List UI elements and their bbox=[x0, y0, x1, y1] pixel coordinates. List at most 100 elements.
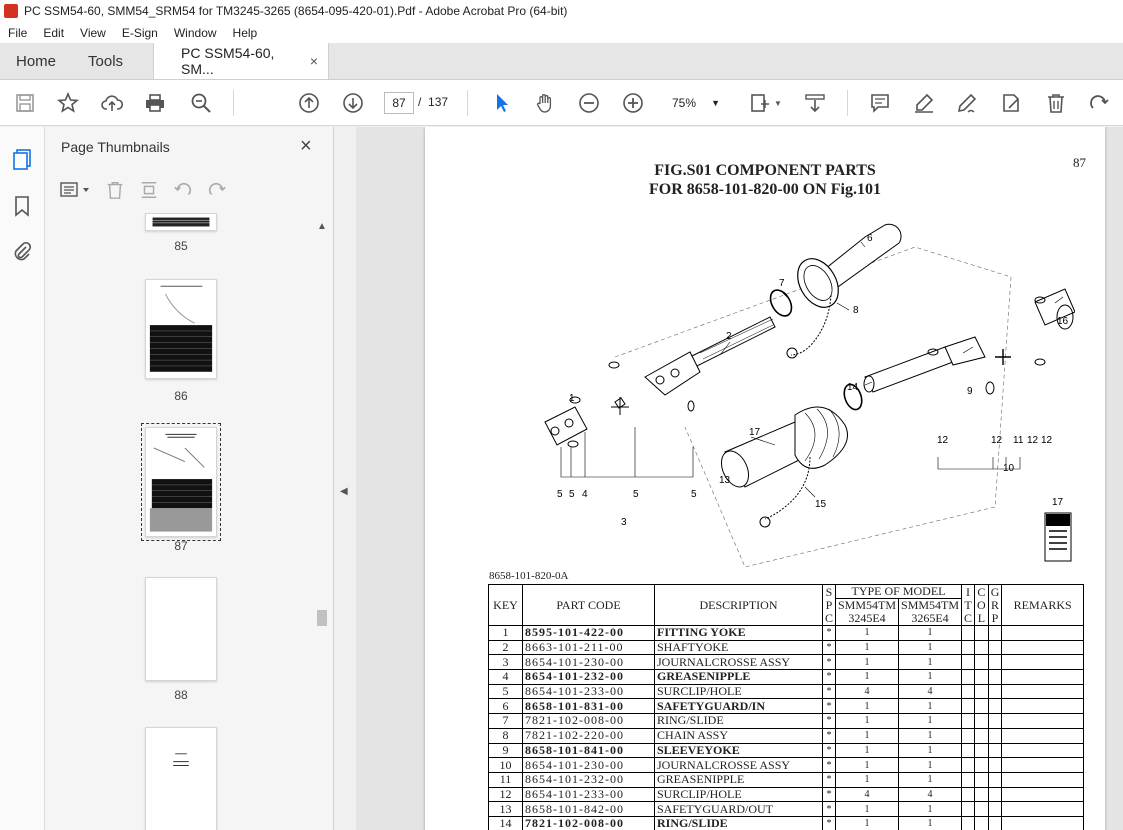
callout-9: 9 bbox=[967, 386, 973, 397]
zoom-search-icon[interactable] bbox=[189, 91, 213, 115]
page-thumbnails-icon[interactable] bbox=[10, 147, 34, 171]
tab-tools[interactable]: Tools bbox=[72, 43, 139, 79]
col-remarks: REMARKS bbox=[1001, 584, 1084, 626]
comment-icon[interactable] bbox=[868, 91, 892, 115]
thumbnail-page-88[interactable] bbox=[145, 577, 217, 681]
callout-17: 17 bbox=[749, 427, 761, 438]
row-description: SHAFTYOKE bbox=[654, 639, 823, 656]
row-col bbox=[974, 771, 989, 788]
zoom-level-select[interactable]: 75% ▼ bbox=[662, 92, 726, 114]
scroll-up-icon[interactable]: ▲ bbox=[317, 221, 327, 232]
upload-cloud-icon[interactable] bbox=[100, 91, 124, 115]
col-model-a: SMM54TM 3245E4 bbox=[834, 598, 900, 626]
bookmark-star-icon[interactable] bbox=[56, 91, 80, 115]
menu-edit[interactable]: Edit bbox=[35, 26, 72, 40]
thumbnail-page-86[interactable] bbox=[145, 279, 217, 379]
menu-window[interactable]: Window bbox=[166, 26, 225, 40]
pdf-page: 87 FIG.S01 COMPONENT PARTS FOR 8658-101-… bbox=[425, 127, 1105, 830]
panel-close-button[interactable]: × bbox=[300, 135, 312, 158]
save-icon[interactable] bbox=[13, 91, 37, 115]
row-col bbox=[974, 742, 989, 759]
row-remarks bbox=[1001, 801, 1084, 817]
document-view[interactable]: 87 FIG.S01 COMPONENT PARTS FOR 8658-101-… bbox=[356, 127, 1123, 830]
table-row: 7 7821-102-008-00 RING/SLIDE * 1 1 bbox=[488, 713, 1084, 729]
menu-view[interactable]: View bbox=[72, 26, 114, 40]
row-qty-model-b: 1 bbox=[898, 727, 963, 744]
row-grp bbox=[987, 639, 1003, 656]
insert-page-icon[interactable] bbox=[137, 179, 161, 201]
row-key: 5 bbox=[488, 683, 523, 700]
acrobat-logo-icon bbox=[4, 4, 18, 18]
page-up-icon[interactable] bbox=[297, 91, 321, 115]
callout-12c: 12 bbox=[1027, 435, 1039, 446]
rotate-right-icon[interactable] bbox=[205, 179, 229, 201]
row-qty-model-a: 4 bbox=[834, 786, 900, 803]
row-col bbox=[974, 786, 989, 803]
row-spc: * bbox=[822, 683, 836, 700]
col-model-b: SMM54TM 3265E4 bbox=[898, 598, 963, 626]
trash-icon[interactable] bbox=[1044, 91, 1068, 115]
hand-tool-icon[interactable] bbox=[533, 91, 557, 115]
row-itc bbox=[961, 786, 976, 803]
col-type-of-model: TYPE OF MODEL bbox=[834, 584, 963, 599]
tab-home[interactable]: Home bbox=[0, 43, 72, 79]
row-itc bbox=[961, 815, 976, 830]
thumbnail-page-85[interactable] bbox=[145, 213, 217, 231]
print-icon[interactable] bbox=[143, 91, 167, 115]
delete-page-icon[interactable] bbox=[103, 179, 127, 201]
row-itc bbox=[961, 771, 976, 788]
thumbnail-scrollbar[interactable]: ▲ bbox=[315, 221, 329, 830]
menu-file[interactable]: File bbox=[0, 26, 35, 40]
row-qty-model-b: 1 bbox=[898, 771, 963, 788]
col-grp: G R P bbox=[987, 584, 1003, 626]
page-down-icon[interactable] bbox=[341, 91, 365, 115]
row-remarks bbox=[1001, 713, 1084, 729]
row-col bbox=[974, 698, 989, 715]
row-key: 11 bbox=[488, 771, 523, 788]
zoom-out-icon[interactable] bbox=[577, 91, 601, 115]
row-spc: * bbox=[822, 771, 836, 788]
row-qty-model-b: 1 bbox=[898, 742, 963, 759]
row-itc bbox=[961, 669, 976, 685]
sign-pen-icon[interactable] bbox=[955, 91, 979, 115]
scrollbar-thumb[interactable] bbox=[317, 610, 327, 626]
callout-7: 7 bbox=[779, 278, 785, 289]
row-qty-model-a: 1 bbox=[834, 757, 900, 773]
row-qty-model-b: 1 bbox=[898, 801, 963, 817]
table-row: 12 8654-101-233-00 SURCLIP/HOLE * 4 4 bbox=[488, 786, 1084, 803]
menu-esign[interactable]: E-Sign bbox=[114, 26, 166, 40]
row-qty-model-a: 1 bbox=[834, 801, 900, 817]
attachments-icon[interactable] bbox=[10, 240, 34, 264]
tab-document[interactable]: PC SSM54-60, SM... × bbox=[153, 43, 330, 79]
row-grp bbox=[987, 698, 1003, 715]
callout-5d: 5 bbox=[691, 489, 697, 500]
table-row: 9 8658-101-841-00 SLEEVEYOKE * 1 1 bbox=[488, 742, 1084, 759]
row-remarks bbox=[1001, 625, 1084, 641]
menu-help[interactable]: Help bbox=[225, 26, 266, 40]
row-spc: * bbox=[822, 654, 836, 671]
thumbnail-page-87[interactable] bbox=[141, 423, 221, 541]
rotate-left-icon[interactable] bbox=[171, 179, 195, 201]
figure-reference: 8658-101-820-0A bbox=[489, 570, 569, 582]
row-qty-model-a: 4 bbox=[834, 683, 900, 700]
zoom-in-icon[interactable] bbox=[621, 91, 645, 115]
tab-close-button[interactable]: × bbox=[310, 53, 318, 69]
fill-sign-icon[interactable] bbox=[999, 91, 1023, 115]
page-fit-icon[interactable] bbox=[748, 91, 772, 115]
collapse-panel-icon[interactable]: ◀ bbox=[340, 486, 348, 497]
row-remarks bbox=[1001, 771, 1084, 788]
callout-5b: 5 bbox=[569, 489, 575, 500]
highlight-pen-icon[interactable] bbox=[912, 91, 936, 115]
left-icon-rail bbox=[0, 127, 45, 830]
scroll-mode-icon[interactable] bbox=[803, 91, 827, 115]
redo-rotate-icon[interactable] bbox=[1087, 91, 1111, 115]
row-qty-model-b: 1 bbox=[898, 815, 963, 830]
thumbnail-options-icon[interactable] bbox=[59, 179, 93, 201]
page-number-input[interactable]: 87 bbox=[384, 92, 414, 114]
row-description: SAFETYGUARD/IN bbox=[654, 698, 823, 715]
thumbnail-page-89[interactable] bbox=[145, 727, 217, 830]
select-cursor-icon[interactable] bbox=[490, 91, 514, 115]
bookmarks-icon[interactable] bbox=[10, 194, 34, 218]
row-qty-model-a: 1 bbox=[834, 669, 900, 685]
chevron-down-icon[interactable]: ▼ bbox=[772, 91, 784, 115]
